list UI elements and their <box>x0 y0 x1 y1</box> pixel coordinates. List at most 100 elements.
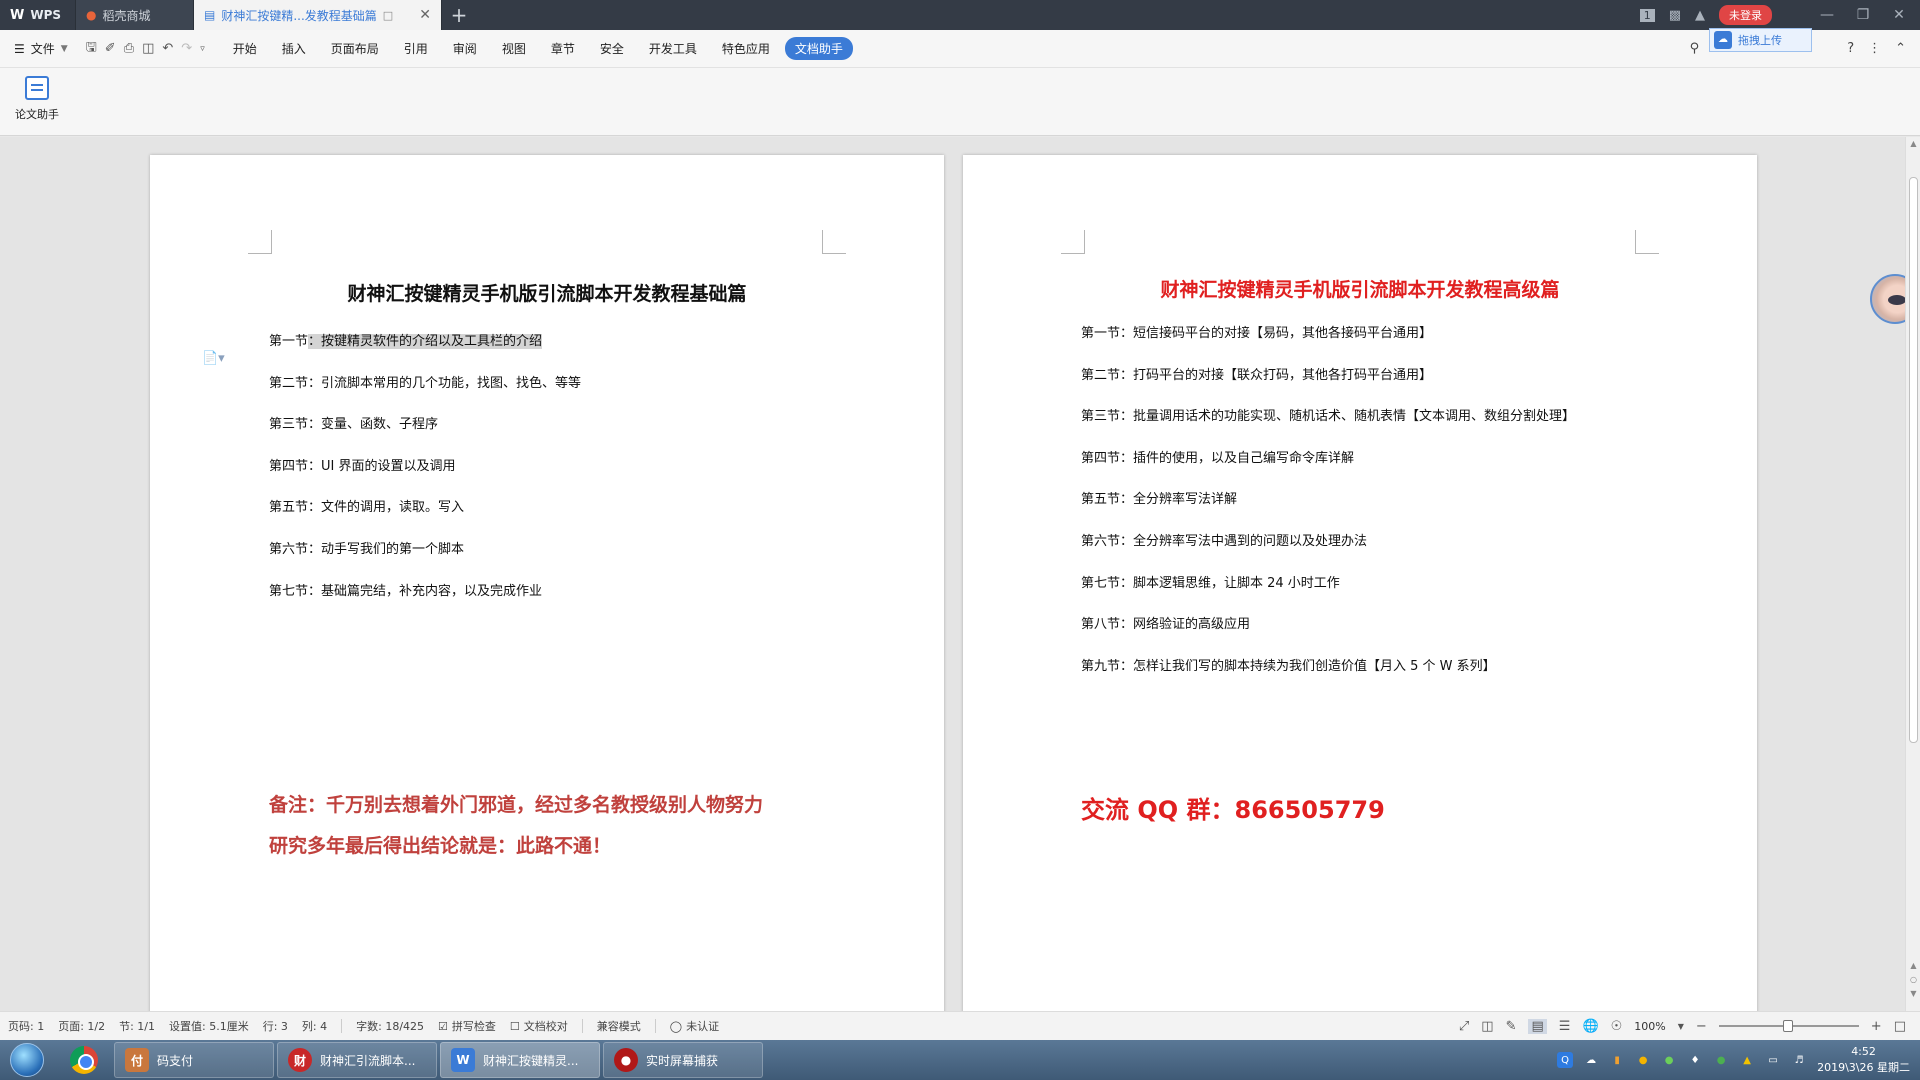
skin-icon[interactable]: ▩ <box>1669 8 1681 23</box>
penguin-tray-icon[interactable]: ♦ <box>1687 1052 1703 1068</box>
qq-group-text[interactable]: 交流 QQ 群：866505779 <box>1081 790 1385 825</box>
section-item[interactable]: 第三节：批量调用话术的功能实现、随机话术、随机表情【文本调用、数组分割处理】 <box>1081 406 1575 448</box>
paragraph-marker-icon[interactable]: 📄▾ <box>202 351 225 366</box>
taskbar-app-capture[interactable]: ● 实时屏幕捕获 <box>603 1042 763 1078</box>
section-item[interactable]: 第一节：短信接码平台的对接【易码，其他各接码平台通用】 <box>1081 323 1575 365</box>
menu-item-security[interactable]: 安全 <box>590 36 634 61</box>
menu-item-review[interactable]: 审阅 <box>443 36 487 61</box>
warning-note[interactable]: 备注：千万别去想着外门邪道，经过多名教授级别人物努力 研究多年最后得出结论就是：… <box>269 785 869 867</box>
certification-status[interactable]: ◯ 未认证 <box>670 1018 719 1034</box>
next-page-icon[interactable]: ▼ <box>1906 989 1920 998</box>
section-item[interactable]: 第四节：插件的使用，以及自己编写命令库详解 <box>1081 448 1575 490</box>
network-tray-icon[interactable]: ▭ <box>1765 1052 1781 1068</box>
menu-item-doc-assistant[interactable]: 文档助手 <box>784 37 853 60</box>
status-page-number[interactable]: 页码: 1 <box>8 1018 44 1034</box>
taskbar-app-script[interactable]: 财 财神汇引流脚本... <box>277 1042 437 1078</box>
save-icon[interactable]: 🖫 <box>86 38 97 60</box>
shirt-icon[interactable]: ▲ <box>1695 8 1705 23</box>
tab-document[interactable]: ▤ 财神汇按键精...发教程基础篇 □ ✕ <box>194 0 442 30</box>
zoom-level[interactable]: 100% <box>1634 1020 1665 1033</box>
restore-icon[interactable]: ❐ <box>1852 7 1874 23</box>
fullscreen-icon[interactable]: ⤢ <box>1459 1019 1469 1034</box>
page-badge[interactable]: 1 <box>1639 8 1655 22</box>
shield-tray-icon[interactable]: ▲ <box>1739 1052 1755 1068</box>
fit-page-icon[interactable]: □ <box>1894 1019 1906 1034</box>
undo-icon[interactable]: ↶ <box>162 41 173 56</box>
document-page-1[interactable]: 📄▾ 财神汇按键精灵手机版引流脚本开发教程基础篇 第一节：按键精灵软件的介绍以及… <box>150 155 944 1011</box>
select-browse-icon[interactable]: ○ <box>1906 975 1920 984</box>
eye-protection-icon[interactable]: ☉ <box>1611 1019 1623 1034</box>
tab-daoke-store[interactable]: ● 稻壳商城 <box>76 0 194 30</box>
collapse-ribbon-icon[interactable]: ⌃ <box>1895 41 1906 56</box>
chrome-tray-icon[interactable]: ● <box>1635 1052 1651 1068</box>
start-button[interactable] <box>0 1040 54 1080</box>
section-item[interactable]: 第九节：怎样让我们写的脚本持续为我们创造价值【月入 5 个 W 系列】 <box>1081 656 1575 698</box>
qq-tray-icon[interactable]: Q <box>1557 1052 1574 1068</box>
help-button[interactable]: ? <box>1847 41 1854 56</box>
cloud-tray-icon[interactable]: ☁ <box>1583 1052 1599 1068</box>
reading-view-icon[interactable]: ◫ <box>1481 1019 1493 1034</box>
scrollbar-thumb[interactable] <box>1909 177 1918 743</box>
new-tab-button[interactable]: + <box>442 0 476 30</box>
menu-item-insert[interactable]: 插入 <box>272 36 316 61</box>
security-tray-icon[interactable]: ● <box>1713 1052 1729 1068</box>
section-item[interactable]: 第四节：UI 界面的设置以及调用 <box>269 456 581 498</box>
chrome-pinned[interactable] <box>54 1040 114 1080</box>
status-setting[interactable]: 设置值: 5.1厘米 <box>169 1018 249 1034</box>
prev-page-icon[interactable]: ▲ <box>1906 961 1920 970</box>
proofread-button[interactable]: ☐ 文档校对 <box>510 1018 568 1034</box>
menu-item-chapter[interactable]: 章节 <box>541 36 585 61</box>
menu-item-view[interactable]: 视图 <box>492 36 536 61</box>
page-view-icon[interactable]: ▤ <box>1528 1018 1547 1034</box>
wechat-tray-icon[interactable]: ● <box>1661 1052 1677 1068</box>
volume-icon[interactable]: ♬ <box>1791 1052 1807 1068</box>
zoom-in-icon[interactable]: + <box>1871 1019 1882 1034</box>
section-item[interactable]: 第七节：脚本逻辑思维，让脚本 24 小时工作 <box>1081 573 1575 615</box>
section-item[interactable]: 第五节：文件的调用，读取。写入 <box>269 497 581 539</box>
status-word-count[interactable]: 字数: 18/425 <box>356 1018 424 1034</box>
close-tab-icon[interactable]: ✕ <box>419 7 431 23</box>
menu-item-reference[interactable]: 引用 <box>394 36 438 61</box>
status-pages[interactable]: 页面: 1/2 <box>58 1018 105 1034</box>
menu-item-dev-tools[interactable]: 开发工具 <box>639 36 707 61</box>
clock[interactable]: 4:52 2019\3\26 星期二 <box>1817 1044 1910 1076</box>
upload-widget[interactable]: ☁ 拖拽上传 <box>1709 28 1812 52</box>
close-window-icon[interactable]: ✕ <box>1888 7 1910 23</box>
login-button[interactable]: 未登录 <box>1719 5 1772 25</box>
pin-icon[interactable]: □ <box>383 9 393 22</box>
file-menu[interactable]: ☰ 文件 ▼ <box>14 40 68 57</box>
tab-wps[interactable]: W WPS <box>0 0 76 30</box>
section-item[interactable]: 第八节：网络验证的高级应用 <box>1081 614 1575 656</box>
zoom-slider-knob[interactable] <box>1782 1020 1793 1032</box>
web-view-icon[interactable]: 🌐 <box>1582 1019 1598 1034</box>
menu-item-start[interactable]: 开始 <box>223 36 267 61</box>
pen-icon[interactable]: ✎ <box>1506 1019 1517 1034</box>
document-page-2[interactable]: 财神汇按键精灵手机版引流脚本开发教程高级篇 第一节：短信接码平台的对接【易码，其… <box>963 155 1757 1011</box>
section-item[interactable]: 第六节：全分辨率写法中遇到的问题以及处理办法 <box>1081 531 1575 573</box>
taskbar-app-payment[interactable]: 付 码支付 <box>114 1042 274 1078</box>
spell-check-button[interactable]: ☑ 拼写检查 <box>438 1018 496 1034</box>
print-preview-icon[interactable]: ◫ <box>142 41 154 56</box>
format-painter-icon[interactable]: ✐ <box>105 41 116 56</box>
menu-item-special-apps[interactable]: 特色应用 <box>712 36 780 61</box>
section-item[interactable]: 第五节：全分辨率写法详解 <box>1081 489 1575 531</box>
section-item[interactable]: 第六节：动手写我们的第一个脚本 <box>269 539 581 581</box>
redo-icon[interactable]: ↷ <box>181 41 192 56</box>
zoom-slider[interactable] <box>1718 1020 1859 1032</box>
print-icon[interactable]: ⎙ <box>124 41 134 56</box>
page1-title[interactable]: 财神汇按键精灵手机版引流脚本开发教程基础篇 <box>150 279 944 306</box>
search-icon[interactable]: ⚲ <box>1690 41 1700 56</box>
document-area[interactable]: 📄▾ 财神汇按键精灵手机版引流脚本开发教程基础篇 第一节：按键精灵软件的介绍以及… <box>0 137 1905 1011</box>
outline-view-icon[interactable]: ☰ <box>1559 1019 1571 1034</box>
page2-title[interactable]: 财神汇按键精灵手机版引流脚本开发教程高级篇 <box>963 275 1757 302</box>
menu-item-page-layout[interactable]: 页面布局 <box>321 36 389 61</box>
section-item[interactable]: 第一节：按键精灵软件的介绍以及工具栏的介绍 <box>269 331 581 373</box>
taskbar-app-wps[interactable]: W 财神汇按键精灵... <box>440 1042 600 1078</box>
thesis-assistant-button[interactable]: 论文助手 <box>10 76 64 122</box>
vertical-scrollbar[interactable]: ▲ ▲ ○ ▼ <box>1905 137 1920 1011</box>
customize-dropdown-icon[interactable]: ▿ <box>200 44 205 54</box>
section-item[interactable]: 第二节：引流脚本常用的几个功能，找图、找色、等等 <box>269 373 581 415</box>
zoom-dropdown-icon[interactable]: ▼ <box>1678 1022 1684 1031</box>
section-item[interactable]: 第二节：打码平台的对接【联众打码，其他各打码平台通用】 <box>1081 365 1575 407</box>
section-item[interactable]: 第三节：变量、函数、子程序 <box>269 414 581 456</box>
